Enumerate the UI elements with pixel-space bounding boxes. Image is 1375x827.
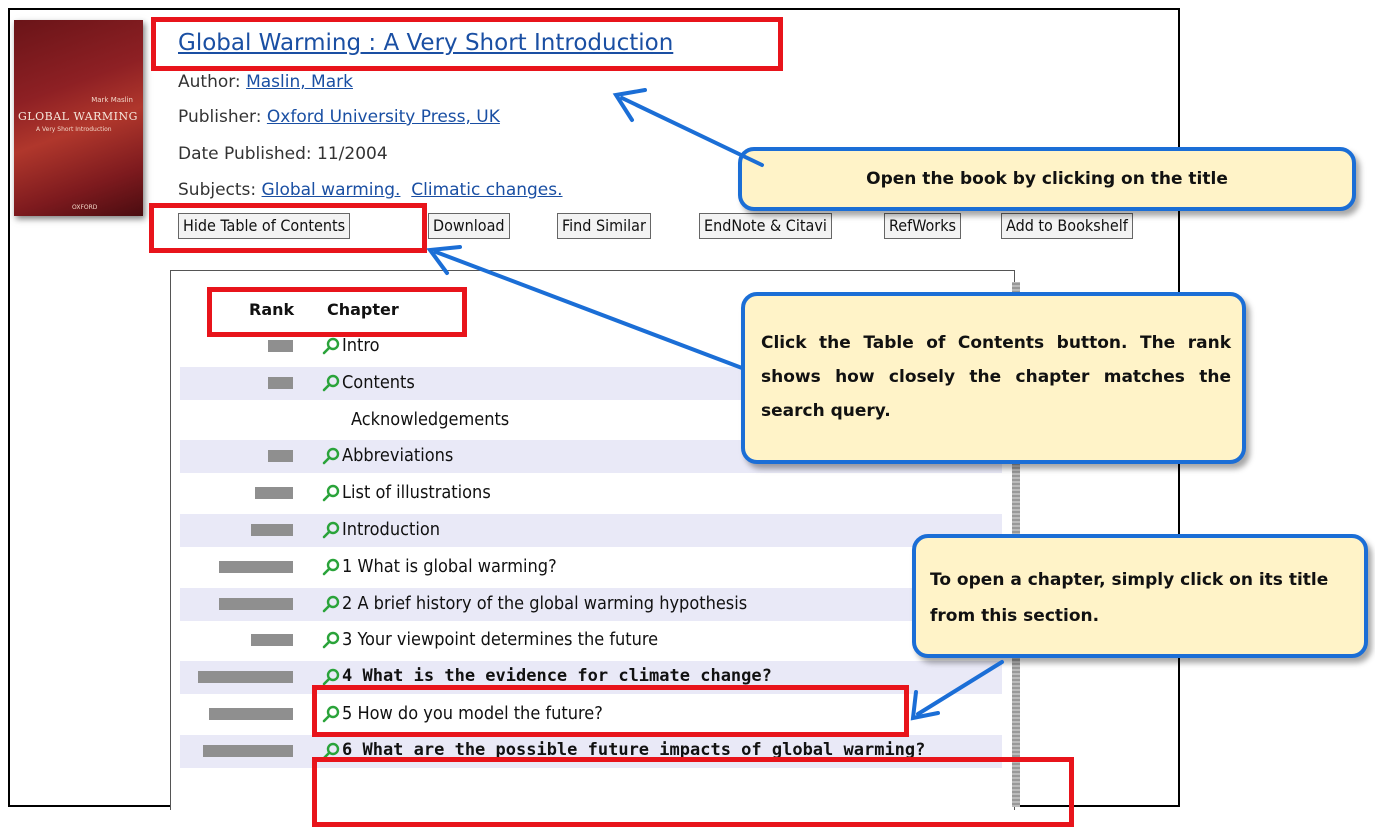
arrow-to-title bbox=[620, 96, 764, 167]
arrow-to-toc-button bbox=[434, 250, 744, 370]
callout-arrows bbox=[426, 88, 1004, 721]
arrow-to-chapter4 bbox=[916, 660, 1004, 716]
